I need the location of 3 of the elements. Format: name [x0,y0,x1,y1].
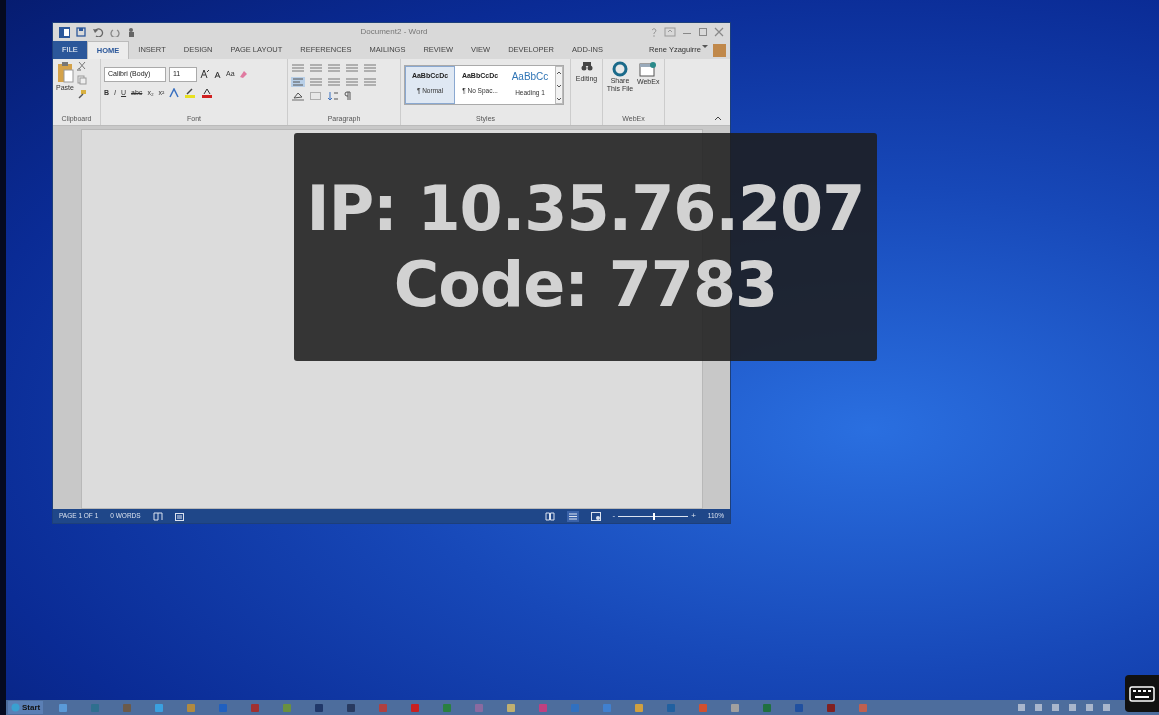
window-title: Document2 - Word [359,26,429,38]
overlay-text: IP: 10.35.76.207 [306,178,865,240]
overlay-text: Code: 7783 [393,254,778,316]
